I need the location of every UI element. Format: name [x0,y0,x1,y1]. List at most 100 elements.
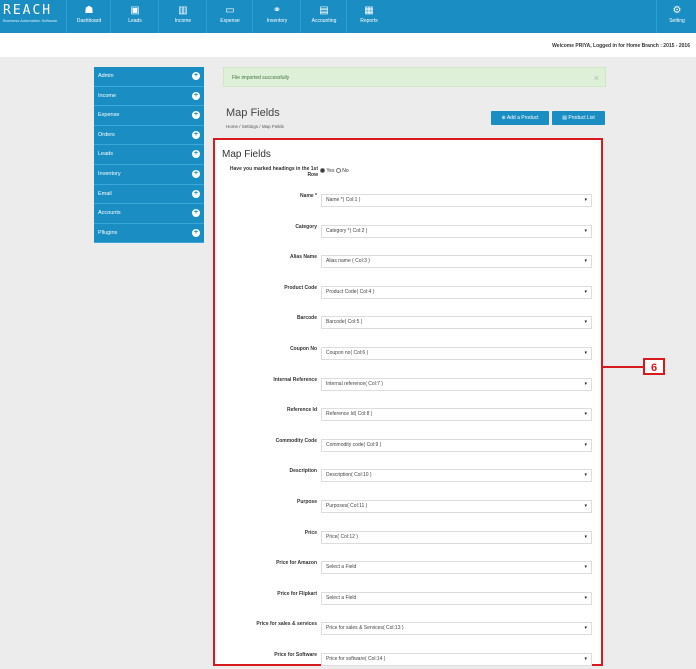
nav-income[interactable]: ▥ Income [158,0,207,33]
expense-icon: ▭ [225,5,235,16]
select-value: Alias name ( Col:3 ) [326,258,370,265]
sidebar-item-label: Admin [98,73,114,79]
select-value: Internal reference( Col:7 ) [326,380,383,387]
nav-dashboard[interactable]: ☗ Dashboard [66,0,111,33]
field-mapping-select[interactable]: Description( Col:10 ) ▾ [321,469,592,483]
nav-settings[interactable]: ⚙ Setting [656,0,696,33]
sidebar-item-label: Income [98,92,117,99]
plus-circle-icon: + [192,169,200,178]
radio-yes[interactable] [320,168,325,174]
add-product-button[interactable]: ⊕ Add a Product [491,111,549,125]
headings-radio-group: Yes No [320,168,349,174]
caret-down-icon: ▾ [584,288,587,295]
field-mapping-select[interactable]: Price for software( Col:14 ) ▾ [321,653,592,666]
nav-expense[interactable]: ▭ Expense [206,0,253,33]
sidebar-item-label: Orders [98,131,115,138]
sidebar-item-admin[interactable]: Admin + [94,67,204,87]
callout-number-badge: 6 [643,358,665,375]
field-mapping-select[interactable]: Coupon no( Col:6 ) ▾ [321,347,592,360]
caret-down-icon: ▾ [584,319,587,326]
field-mapping-select[interactable]: Price for sales & Services( Col:13 ) ▾ [321,622,592,636]
field-mapping-select[interactable]: Select a Field ▾ [321,561,592,575]
nav-label: Reports [360,18,378,24]
plus-circle-icon: + [192,209,200,218]
breadcrumb: Home / Settings / Map Fields [226,124,284,129]
sidebar-item-label: Accounts [98,210,121,217]
field-label: Reference Id [286,407,317,414]
nav-accounting[interactable]: ▤ Accounting [300,0,347,33]
list-icon: ▤ [562,115,567,121]
field-mapping-select[interactable]: Price( Col:12 ) ▾ [321,530,592,544]
field-mapping-select[interactable]: Barcode( Col:5 ) ▾ [321,316,592,330]
field-label: Name * [300,193,317,199]
caret-down-icon: ▾ [584,656,587,662]
sidebar-item-expense[interactable]: Expense + [94,106,204,126]
reports-icon: ▦ [364,5,374,16]
inventory-icon: ⚭ [272,5,282,16]
plus-circle-icon: + [192,72,200,80]
field-mapping-select[interactable]: Product Code( Col:4 ) ▾ [321,285,592,299]
nav-leads[interactable]: ▣ Leads [110,0,159,33]
field-label: Commodity Code [275,437,317,444]
welcome-text: Welcome PRIYA, Logged in for Home Branch… [552,43,690,49]
sidebar-item-label: Inventory [98,170,121,177]
field-mapping-select[interactable]: Name *( Col:1 ) ▾ [321,194,592,207]
radio-yes-label: Yes [326,168,335,174]
field-label: Product Code [284,284,317,291]
sidebar-item-income[interactable]: Income + [94,87,204,107]
radio-no[interactable] [335,168,341,174]
field-label: Category [295,223,317,230]
add-product-label: Add a Product [506,115,539,121]
select-value: Product Code( Col:4 ) [326,288,375,295]
nav-label: Accounting [311,18,337,24]
panel-title: Map Fields [222,149,271,160]
field-label: Internal Reference [273,376,317,383]
sidebar-item-email[interactable]: Email + [94,185,204,205]
sidebar-item-label: Leads [98,151,113,158]
caret-down-icon: ▾ [584,503,587,509]
select-value: Coupon no( Col:6 ) [326,350,369,356]
field-mapping-select[interactable]: Commodity code( Col:9 ) ▾ [321,438,592,452]
nav-label: Leads [128,18,142,24]
breadcrumb-settings[interactable]: Settings [242,124,258,129]
select-value: Barcode( Col:5 ) [326,319,363,326]
field-mapping-select[interactable]: Alias name ( Col:3 ) ▾ [321,255,592,269]
field-mapping-select[interactable]: Purposes( Col:11 ) ▾ [321,500,592,513]
caret-down-icon: ▾ [584,533,587,540]
sidebar-item-inventory[interactable]: Inventory + [94,165,204,185]
field-label: Description [289,468,317,475]
nav-reports[interactable]: ▦ Reports [346,0,391,33]
nav-inventory[interactable]: ⚭ Inventory [252,0,301,33]
sidebar-item-leads[interactable]: Leads + [94,145,204,165]
sidebar-item-accounts[interactable]: Accounts + [94,204,204,224]
field-mapping-select[interactable]: Internal reference( Col:7 ) ▾ [321,377,592,391]
close-icon[interactable]: × [594,68,599,88]
select-value: Category *( Col:2 ) [326,227,368,234]
plus-circle-icon: + [192,111,200,120]
map-fields-panel [213,138,603,666]
select-value: Select a Field [326,564,357,571]
select-value: Price for software( Col:14 ) [326,656,386,662]
sidebar-item-orders[interactable]: Orders + [94,126,204,146]
field-mapping-select[interactable]: Reference Id( Col:8 ) ▾ [321,408,592,422]
plus-circle-icon: + [192,130,200,139]
select-value: Commodity code( Col:9 ) [326,441,382,448]
brand-logo[interactable]: REACH Business Automation Software [3,4,67,30]
page-title: Map Fields [226,107,280,119]
sidebar-item-pllugins[interactable]: Pllugins + [94,224,204,244]
select-value: Select a Field [326,594,357,601]
nav-label: Dashboard [76,18,102,24]
plus-circle-icon: + [192,189,200,198]
product-list-button[interactable]: ▤ Product List [552,111,605,125]
plus-circle-icon: ⊕ [501,115,506,121]
breadcrumb-home[interactable]: Home [226,124,238,129]
field-mapping-select[interactable]: Category *( Col:2 ) ▾ [321,224,592,238]
caret-down-icon: ▾ [584,258,587,265]
field-mapping-select[interactable]: Select a Field ▾ [321,591,592,605]
leads-icon: ▣ [130,5,140,16]
field-label: Barcode [296,315,317,322]
select-value: Description( Col:10 ) [326,472,372,479]
plus-circle-icon: + [192,91,200,100]
select-value: Name *( Col:1 ) [326,197,361,203]
caret-down-icon: ▾ [584,472,587,479]
